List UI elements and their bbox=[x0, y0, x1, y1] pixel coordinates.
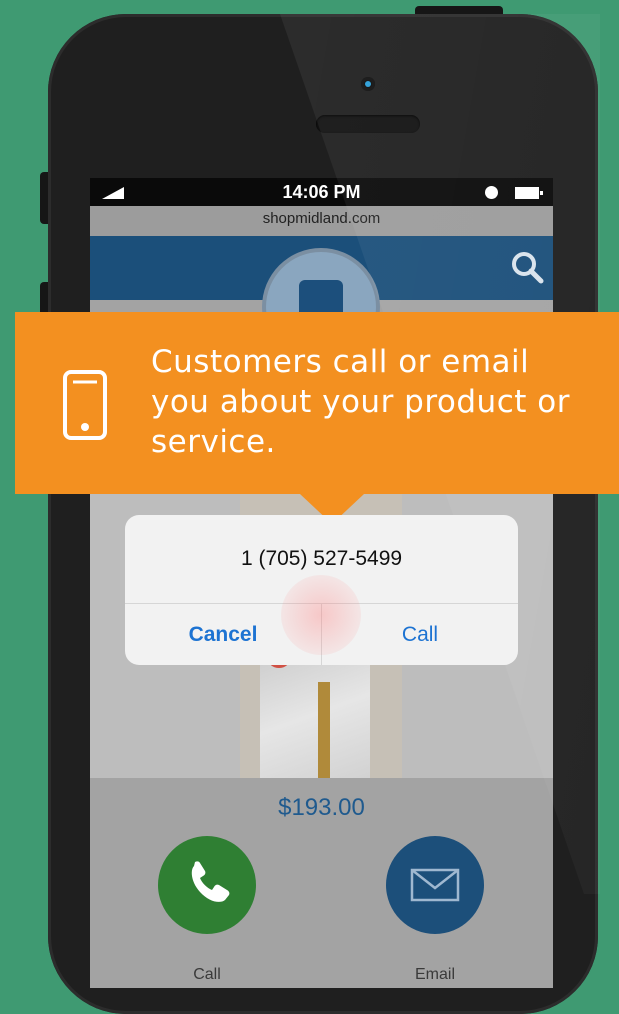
phone-icon bbox=[191, 861, 230, 902]
call-confirm-dialog: 1 (705) 527-5499 Cancel Call bbox=[125, 515, 518, 665]
search-icon[interactable] bbox=[510, 250, 544, 284]
site-header bbox=[90, 236, 553, 362]
email-label: Email bbox=[414, 966, 455, 983]
email-button[interactable] bbox=[386, 836, 484, 934]
call-label: Call bbox=[193, 966, 221, 983]
envelope-icon bbox=[410, 868, 460, 902]
earpiece-speaker bbox=[316, 115, 420, 133]
status-time: 14:06 PM bbox=[282, 182, 361, 202]
url-bar[interactable]: shopmidland.com bbox=[90, 206, 553, 236]
dialog-phone-number: 1 (705) 527-5499 bbox=[240, 547, 403, 570]
status-bar: 14:06 PM bbox=[90, 178, 553, 206]
call-button[interactable] bbox=[158, 836, 256, 934]
front-camera bbox=[361, 77, 375, 91]
cancel-button[interactable]: Cancel bbox=[125, 604, 321, 665]
battery-icon bbox=[515, 187, 543, 199]
smartphone-icon bbox=[63, 370, 107, 440]
confirm-call-button[interactable]: Call bbox=[322, 604, 518, 665]
product-price: $193.00 bbox=[278, 794, 365, 821]
info-banner: Customers call or email you about your p… bbox=[15, 312, 619, 524]
banner-text: Customers call or email you about your p… bbox=[151, 344, 570, 460]
alarm-icon bbox=[485, 186, 498, 199]
